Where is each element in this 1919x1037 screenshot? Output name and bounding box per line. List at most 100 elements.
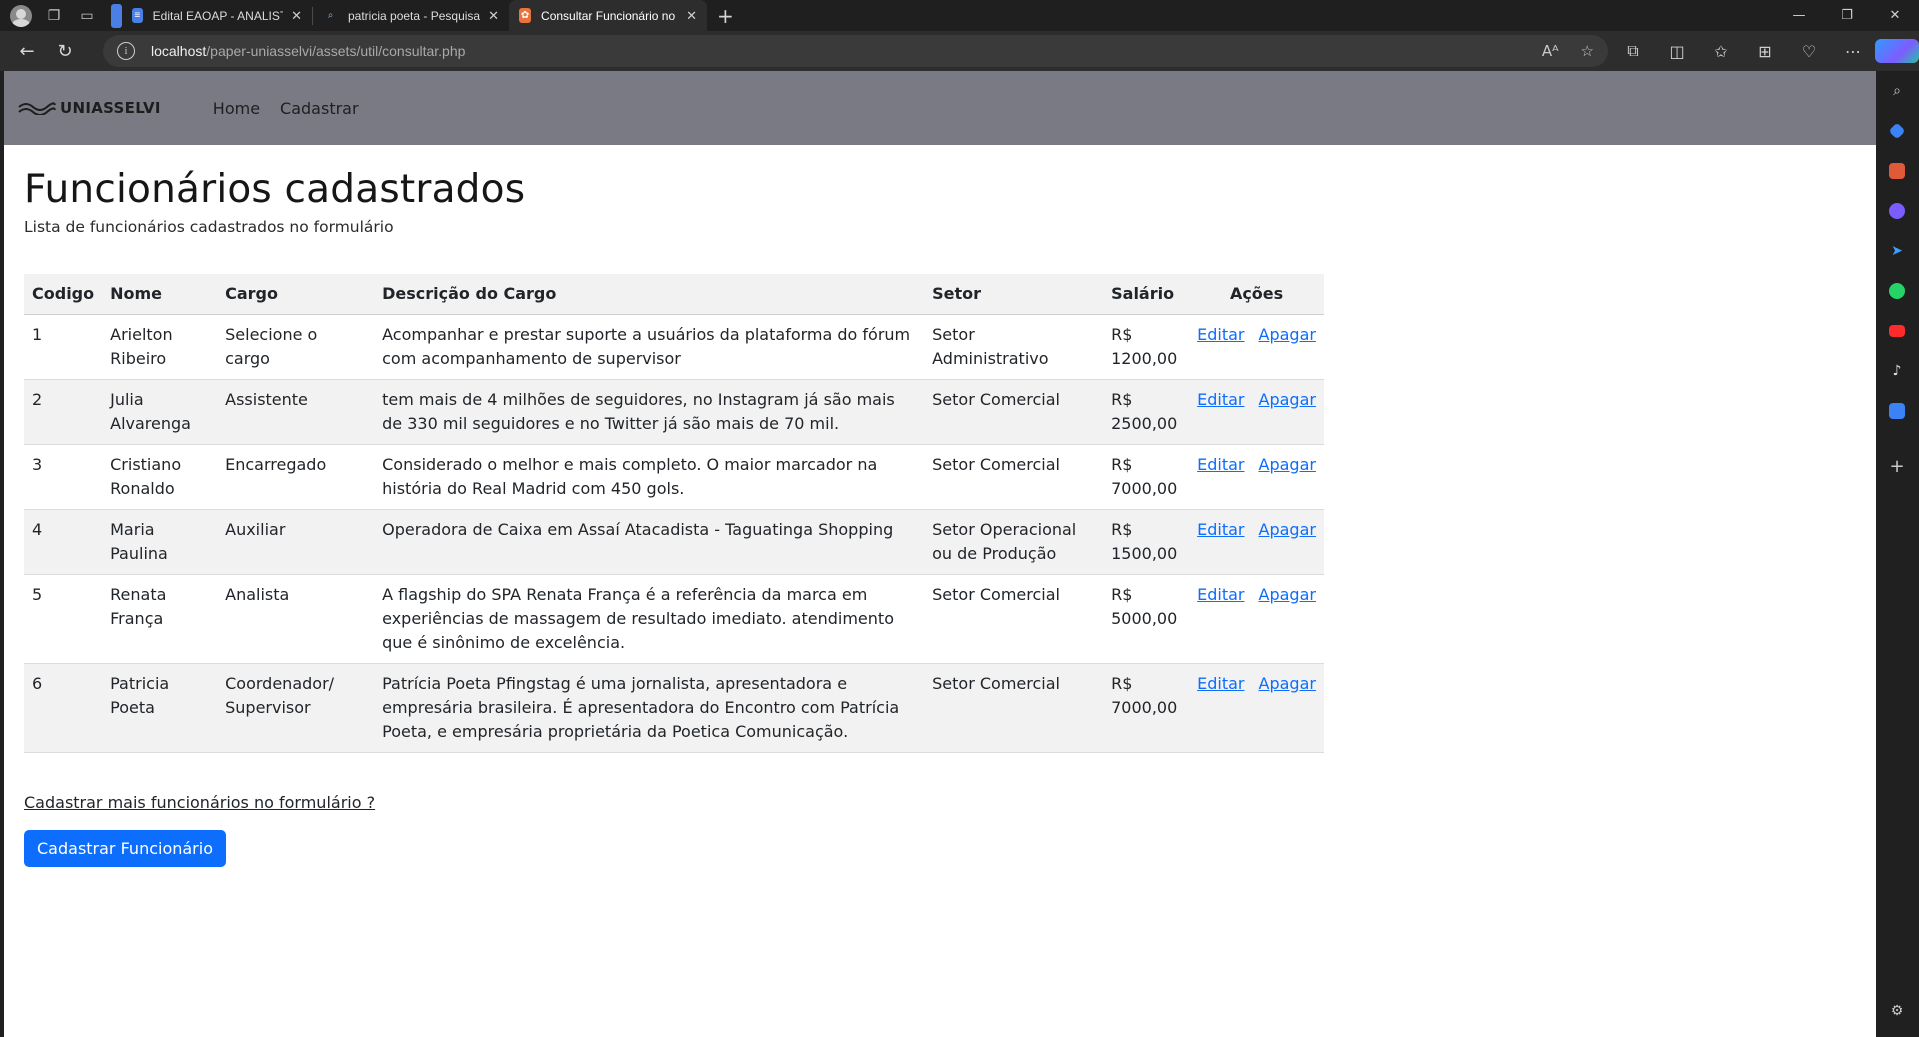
cell-nome: Maria Paulina — [102, 509, 218, 575]
copilot-icon[interactable] — [1875, 39, 1919, 63]
sidebar-whatsapp-icon[interactable] — [1887, 281, 1907, 301]
delete-link[interactable]: Apagar — [1259, 585, 1316, 604]
back-icon[interactable]: ← — [10, 34, 44, 68]
new-tab-icon[interactable]: + — [717, 4, 734, 28]
page-viewport: UNIASSELVI Home Cadastrar Funcionários c… — [4, 71, 1876, 1037]
tab-edital[interactable]: ≡ Edital EAOAP - ANALISTA DE SIS ✕ — [122, 0, 312, 31]
tab-actions-icon[interactable]: ▭ — [75, 4, 99, 28]
edit-link[interactable]: Editar — [1197, 390, 1244, 409]
table-row: 2 Julia Alvarenga Assistente tem mais de… — [24, 379, 1324, 445]
brand-logo[interactable]: UNIASSELVI — [18, 99, 161, 117]
cell-nome: Arielton Ribeiro — [102, 314, 218, 380]
cell-cargo: Analista — [217, 574, 375, 664]
page-subtitle: Lista de funcionários cadastrados no for… — [24, 218, 394, 236]
read-aloud-icon[interactable]: Aᴬ — [1542, 42, 1559, 60]
workspaces-icon[interactable]: ❐ — [42, 4, 66, 28]
sidebar-telegram-icon[interactable]: ➤ — [1887, 241, 1907, 261]
sidebar-m365-icon[interactable] — [1887, 201, 1907, 221]
close-tab-icon[interactable]: ✕ — [686, 8, 697, 24]
address-bar[interactable]: i localhost/paper-uniasselvi/assets/util… — [103, 35, 1608, 67]
nav-home[interactable]: Home — [213, 99, 260, 118]
cell-descricao: tem mais de 4 milhões de seguidores, no … — [374, 379, 925, 445]
cell-salario: R$ 1500,00 — [1103, 509, 1190, 575]
cell-descricao: A flagship do SPA Renata França é a refe… — [374, 574, 925, 664]
nav-cadastrar[interactable]: Cadastrar — [280, 99, 359, 118]
restore-icon[interactable]: ❐ — [1823, 0, 1871, 31]
refresh-icon[interactable]: ↻ — [48, 34, 82, 68]
cell-acoes: Editar Apagar — [1189, 574, 1324, 664]
tab-search[interactable]: ⌕ patricia poeta - Pesquisar ✕ — [313, 0, 509, 31]
table-row: 1 Arielton Ribeiro Selecione o cargo Aco… — [24, 314, 1324, 380]
sidebar-search-icon[interactable]: ⌕ — [1887, 81, 1907, 101]
cell-descricao: Acompanhar e prestar suporte a usuários … — [374, 314, 925, 380]
cell-codigo: 2 — [24, 379, 103, 445]
url-text: localhost/paper-uniasselvi/assets/util/c… — [151, 43, 466, 59]
browser-toolbar: ← ↻ i localhost/paper-uniasselvi/assets/… — [0, 31, 1919, 71]
favorite-star-icon[interactable]: ☆ — [1581, 42, 1594, 60]
sidebar-shopping-icon[interactable] — [1887, 121, 1907, 141]
delete-link[interactable]: Apagar — [1259, 325, 1316, 344]
edit-link[interactable]: Editar — [1197, 585, 1244, 604]
sidebar-tiktok-icon[interactable]: ♪ — [1887, 361, 1907, 381]
delete-link[interactable]: Apagar — [1259, 520, 1316, 539]
split-screen-icon[interactable]: ◫ — [1655, 42, 1699, 61]
cell-descricao: Patrícia Poeta Pfingstag é uma jornalist… — [374, 663, 925, 753]
register-employee-button[interactable]: Cadastrar Funcionário — [24, 829, 226, 867]
delete-link[interactable]: Apagar — [1259, 674, 1316, 693]
uniasselvi-wave-icon — [18, 102, 56, 115]
sidebar-translator-icon[interactable] — [1887, 401, 1907, 421]
cell-setor: Setor Comercial — [924, 574, 1104, 664]
delete-link[interactable]: Apagar — [1259, 390, 1316, 409]
cell-codigo: 1 — [24, 314, 103, 380]
cell-salario: R$ 2500,00 — [1103, 379, 1190, 445]
register-more-link[interactable]: Cadastrar mais funcionários no formulári… — [24, 793, 375, 812]
cell-cargo: Assistente — [217, 379, 375, 445]
extensions-icon[interactable]: ⧉ — [1611, 41, 1655, 61]
favorites-icon[interactable]: ✩ — [1699, 42, 1743, 61]
cell-salario: R$ 5000,00 — [1103, 574, 1190, 664]
cell-setor: Setor Comercial — [924, 379, 1104, 445]
cell-cargo: Encarregado — [217, 444, 375, 510]
search-favicon-icon: ⌕ — [327, 10, 334, 21]
close-tab-icon[interactable]: ✕ — [488, 8, 499, 24]
site-info-icon[interactable]: i — [117, 42, 135, 60]
cell-nome: Renata França — [102, 574, 218, 664]
cell-codigo: 4 — [24, 509, 103, 575]
sidebar-settings-icon[interactable]: ⚙ — [1887, 1001, 1907, 1021]
delete-link[interactable]: Apagar — [1259, 455, 1316, 474]
main-content: Funcionários cadastrados Lista de funcio… — [4, 145, 1876, 867]
col-setor: Setor — [924, 274, 1104, 315]
cell-codigo: 5 — [24, 574, 103, 664]
more-menu-icon[interactable]: ⋯ — [1831, 42, 1875, 61]
tab-consultar[interactable]: ✿ Consultar Funcionário no formul ✕ — [509, 0, 707, 31]
edit-link[interactable]: Editar — [1197, 520, 1244, 539]
cell-setor: Setor Comercial — [924, 663, 1104, 753]
sidebar-tools-icon[interactable] — [1887, 161, 1907, 181]
edge-sidebar: ⌕ ➤ ♪ + ⚙ — [1876, 71, 1919, 1037]
profile-avatar-icon[interactable] — [9, 4, 33, 28]
cell-cargo: Selecione o cargo — [217, 314, 375, 380]
close-tab-icon[interactable]: ✕ — [291, 8, 302, 24]
minimize-icon[interactable]: — — [1775, 0, 1823, 31]
edit-link[interactable]: Editar — [1197, 674, 1244, 693]
table-row: 3 Cristiano Ronaldo Encarregado Consider… — [24, 444, 1324, 510]
page-title: Funcionários cadastrados — [24, 167, 526, 212]
table-row: 4 Maria Paulina Auxiliar Operadora de Ca… — [24, 509, 1324, 575]
close-window-icon[interactable]: ✕ — [1871, 0, 1919, 31]
cell-setor: Setor Comercial — [924, 444, 1104, 510]
edit-link[interactable]: Editar — [1197, 455, 1244, 474]
cell-setor: Setor Operacional ou de Produção — [924, 509, 1104, 575]
cell-descricao: Operadora de Caixa em Assaí Atacadista -… — [374, 509, 925, 575]
sidebar-youtube-icon[interactable] — [1887, 321, 1907, 341]
cell-acoes: Editar Apagar — [1189, 444, 1324, 510]
browser-essentials-icon[interactable]: ♡ — [1787, 42, 1831, 61]
pinned-tab[interactable] — [111, 3, 122, 28]
collections-icon[interactable]: ⊞ — [1743, 42, 1787, 61]
cell-cargo: Auxiliar — [217, 509, 375, 575]
xampp-favicon-icon: ✿ — [519, 8, 532, 23]
edit-link[interactable]: Editar — [1197, 325, 1244, 344]
sidebar-add-icon[interactable]: + — [1887, 456, 1907, 477]
table-row: 5 Renata França Analista A flagship do S… — [24, 574, 1324, 664]
cell-salario: R$ 1200,00 — [1103, 314, 1190, 380]
cell-codigo: 6 — [24, 663, 103, 753]
